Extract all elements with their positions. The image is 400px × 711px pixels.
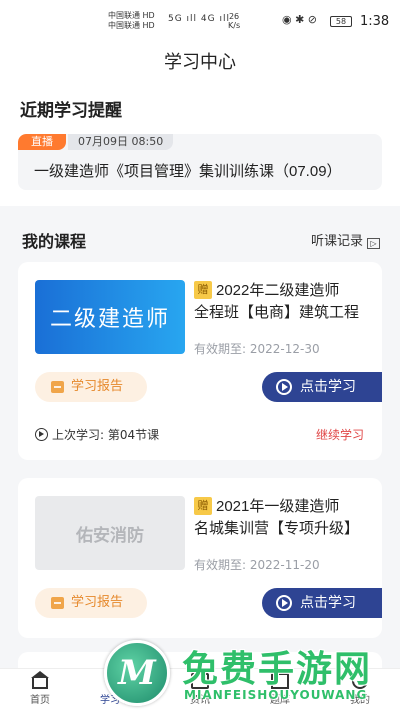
watermark-logo: M: [104, 640, 170, 706]
course-name-line1: 2022年二级建造师: [216, 282, 340, 299]
report-icon: [51, 381, 64, 393]
watermark-subtitle: MIANFEISHOUYOUWANG: [184, 688, 368, 702]
report-icon: [51, 597, 64, 609]
gift-badge: 赠: [194, 281, 212, 299]
course-card[interactable]: 二级建造师 赠 2022年二级建造师 全程班【电商】建筑工程 有效期至: 2022…: [18, 262, 382, 460]
start-study-button[interactable]: 点击学习: [262, 372, 382, 402]
live-datetime: 07月09日 08:50: [68, 134, 174, 150]
carrier-info: 中国联通 HD 中国联通 HD: [108, 11, 155, 31]
play-icon: [276, 379, 292, 395]
thumbnail-text: 二级建造师: [49, 307, 170, 332]
gift-badge: 赠: [194, 497, 212, 515]
course-name[interactable]: 赠 2022年二级建造师 全程班【电商】建筑工程: [194, 280, 370, 324]
course-expiry: 有效期至: 2022-12-30: [194, 342, 320, 356]
battery-icon: 58: [330, 16, 352, 27]
my-courses-header: 我的课程 听课记录 ▷: [0, 218, 400, 258]
course-name[interactable]: 赠 2021年一级建造师 名城集训营【专项升级】: [194, 496, 370, 540]
speed-value: 26: [228, 12, 240, 21]
reminder-card[interactable]: 直播 07月09日 08:50 一级建造师《项目管理》集训训练课（07.09）: [18, 134, 382, 190]
course-name-line1: 2021年一级建造师: [216, 498, 340, 515]
study-report-button[interactable]: 学习报告: [35, 588, 147, 618]
study-label: 点击学习: [300, 379, 356, 395]
play-icon: [276, 595, 292, 611]
continue-study-link[interactable]: 继续学习: [316, 426, 364, 443]
speed-unit: K/s: [228, 21, 241, 30]
clock: 1:38: [360, 14, 390, 29]
history-icon: ▷: [367, 238, 380, 249]
start-study-button[interactable]: 点击学习: [262, 588, 382, 618]
my-courses-title: 我的课程: [22, 234, 87, 251]
status-bar: 中国联通 HD 中国联通 HD 5G ıll 4G ıll 26 K/s ◉ ✱…: [0, 0, 400, 40]
reminder-section: 近期学习提醒 直播 07月09日 08:50 一级建造师《项目管理》集训训练课（…: [0, 88, 400, 206]
tab-label: 首页: [30, 695, 50, 706]
home-icon: [31, 671, 49, 689]
report-label: 学习报告: [71, 379, 124, 394]
course-name-line2: 全程班【电商】建筑工程: [194, 304, 360, 321]
course-thumbnail[interactable]: 佑安消防: [35, 496, 185, 570]
last-study: 上次学习: 第04节课: [35, 426, 159, 443]
carrier-1: 中国联通 HD: [108, 11, 155, 20]
page-title: 学习中心: [164, 52, 236, 72]
watermark: M 免费手游网 MIANFEISHOUYOUWANG: [100, 636, 400, 711]
header: 学习中心: [0, 40, 400, 88]
tab-home[interactable]: 首页: [0, 671, 80, 706]
thumbnail-text: 佑安消防: [76, 525, 144, 546]
history-label: 听课记录: [310, 234, 363, 249]
reminder-title: 近期学习提醒: [20, 101, 122, 120]
live-course-name: 一级建造师《项目管理》集训训练课（07.09）: [34, 163, 342, 180]
watermark-title: 免费手游网: [182, 649, 373, 690]
history-link[interactable]: 听课记录 ▷: [311, 230, 380, 249]
study-report-button[interactable]: 学习报告: [35, 372, 147, 402]
network-speed: 26 K/s: [228, 12, 240, 30]
report-label: 学习报告: [71, 595, 124, 610]
live-badge: 直播: [18, 134, 66, 150]
status-icons: ◉ ✱ ⊘: [282, 13, 318, 26]
course-thumbnail[interactable]: 二级建造师: [35, 280, 185, 354]
study-label: 点击学习: [300, 595, 356, 611]
signal-icon: 5G ıll 4G ıll: [168, 14, 230, 24]
carrier-2: 中国联通 HD: [108, 21, 155, 30]
course-name-line2: 名城集训营【专项升级】: [194, 520, 360, 537]
play-circle-icon: [35, 428, 48, 441]
last-study-text: 上次学习: 第04节课: [52, 428, 160, 442]
course-card[interactable]: 佑安消防 赠 2021年一级建造师 名城集训营【专项升级】 有效期至: 2022-…: [18, 478, 382, 638]
course-expiry: 有效期至: 2022-11-20: [194, 558, 320, 572]
